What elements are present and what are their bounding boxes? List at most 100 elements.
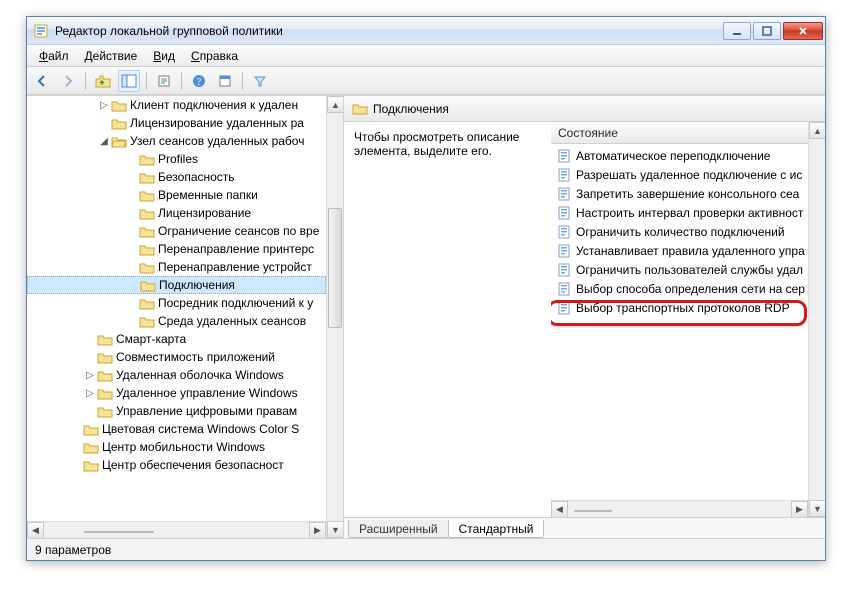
toolbar-separator: [181, 72, 182, 90]
menu-bar: Файл Действие Вид Справка: [27, 45, 825, 67]
help-button[interactable]: ?: [188, 70, 210, 92]
folder-icon: [83, 440, 99, 454]
tree-vertical-scrollbar[interactable]: ▲ ▼: [326, 96, 343, 538]
column-header-state[interactable]: Состояние: [551, 122, 808, 144]
tree-node-selected[interactable]: Подключения: [27, 276, 326, 294]
list-horizontal-scrollbar[interactable]: ◀ ▶: [551, 500, 808, 517]
show-hide-tree-button[interactable]: [118, 70, 140, 92]
tree-node[interactable]: Перенаправление устройст: [27, 258, 326, 276]
policy-icon: [556, 167, 572, 183]
tree-node[interactable]: Центр обеспечения безопасност: [27, 456, 326, 474]
up-button[interactable]: [92, 70, 114, 92]
policy-item[interactable]: Автоматическое переподключение: [551, 146, 808, 165]
export-list-button[interactable]: [153, 70, 175, 92]
app-window: Редактор локальной групповой политики Фа…: [26, 16, 826, 561]
scroll-down-button[interactable]: ▼: [327, 521, 343, 538]
folder-icon: [111, 116, 127, 130]
policy-item[interactable]: Запретить завершение консольного сеа: [551, 184, 808, 203]
filter-button[interactable]: [249, 70, 271, 92]
policy-item[interactable]: Выбор транспортных протоколов RDP: [551, 298, 808, 317]
title-bar: Редактор локальной групповой политики: [27, 17, 825, 45]
folder-icon: [139, 206, 155, 220]
window-title: Редактор локальной групповой политики: [55, 24, 721, 38]
toolbar: ?: [27, 67, 825, 95]
policy-item[interactable]: Устанавливает правила удаленного упра: [551, 241, 808, 260]
tree-node[interactable]: Смарт-карта: [27, 330, 326, 348]
tree-node[interactable]: Ограничение сеансов по вре: [27, 222, 326, 240]
scroll-up-button[interactable]: ▲: [327, 96, 343, 113]
scroll-thumb[interactable]: [84, 531, 154, 533]
tree-node[interactable]: Среда удаленных сеансов: [27, 312, 326, 330]
tree-node[interactable]: ▷Удаленная оболочка Windows: [27, 366, 326, 384]
close-button[interactable]: [783, 22, 823, 40]
status-text: 9 параметров: [35, 543, 111, 557]
policy-label: Ограничить пользователей службы удал: [576, 263, 803, 277]
policy-label: Ограничить количество подключений: [576, 225, 785, 239]
tree-node[interactable]: ▷Клиент подключения к удален: [27, 96, 326, 114]
policy-icon: [556, 148, 572, 164]
tree-node[interactable]: Лицензирование удаленных ра: [27, 114, 326, 132]
policy-item[interactable]: Ограничить количество подключений: [551, 222, 808, 241]
tree-node[interactable]: Цветовая система Windows Color S: [27, 420, 326, 438]
menu-view[interactable]: Вид: [145, 46, 183, 66]
folder-icon: [97, 350, 113, 364]
menu-help[interactable]: Справка: [183, 46, 246, 66]
policy-label: Выбор транспортных протоколов RDP: [576, 301, 790, 315]
policy-tree[interactable]: ▷Клиент подключения к удален Лицензирова…: [27, 96, 326, 521]
minimize-button[interactable]: [723, 22, 751, 40]
tree-node[interactable]: Совместимость приложений: [27, 348, 326, 366]
policy-item[interactable]: Выбор способа определения сети на сер: [551, 279, 808, 298]
folder-icon: [140, 278, 156, 292]
tree-node[interactable]: Временные папки: [27, 186, 326, 204]
folder-icon: [139, 224, 155, 238]
scroll-thumb[interactable]: [574, 510, 612, 512]
folder-icon: [111, 98, 127, 112]
tree-node[interactable]: Посредник подключений к у: [27, 294, 326, 312]
menu-action[interactable]: Действие: [77, 46, 146, 66]
folder-icon: [139, 260, 155, 274]
policy-item[interactable]: Настроить интервал проверки активност: [551, 203, 808, 222]
folder-icon: [139, 188, 155, 202]
scroll-left-button[interactable]: ◀: [551, 501, 568, 518]
details-title: Подключения: [373, 102, 449, 116]
policy-label: Настроить интервал проверки активност: [576, 206, 803, 220]
tab-extended[interactable]: Расширенный: [348, 520, 449, 538]
nav-back-button[interactable]: [31, 70, 53, 92]
policy-icon: [556, 281, 572, 297]
tree-node[interactable]: Центр мобильности Windows: [27, 438, 326, 456]
description-text: Чтобы просмотреть описание элемента, выд…: [354, 130, 519, 158]
policy-item[interactable]: Разрешать удаленное подключение с ис: [551, 165, 808, 184]
folder-icon: [139, 152, 155, 166]
scroll-left-button[interactable]: ◀: [27, 522, 44, 539]
tree-node[interactable]: Лицензирование: [27, 204, 326, 222]
policy-label: Автоматическое переподключение: [576, 149, 770, 163]
tree-node[interactable]: Profiles: [27, 150, 326, 168]
svg-text:?: ?: [197, 77, 202, 88]
tree-node[interactable]: ◢Узел сеансов удаленных рабоч: [27, 132, 326, 150]
scroll-down-button[interactable]: ▼: [809, 500, 825, 517]
folder-icon: [139, 314, 155, 328]
scroll-right-button[interactable]: ▶: [791, 501, 808, 518]
details-pane: Подключения Чтобы просмотреть описание э…: [344, 96, 825, 538]
policy-item[interactable]: Ограничить пользователей службы удал: [551, 260, 808, 279]
scroll-up-button[interactable]: ▲: [809, 122, 825, 139]
folder-icon: [83, 458, 99, 472]
tree-horizontal-scrollbar[interactable]: ◀ ▶: [27, 521, 326, 538]
tree-node[interactable]: Перенаправление принтерс: [27, 240, 326, 258]
tree-node[interactable]: Безопасность: [27, 168, 326, 186]
tree-node[interactable]: ▷Удаленное управление Windows: [27, 384, 326, 402]
menu-file[interactable]: Файл: [31, 46, 77, 66]
maximize-button[interactable]: [753, 22, 781, 40]
properties-button[interactable]: [214, 70, 236, 92]
scroll-thumb[interactable]: [328, 208, 342, 328]
list-vertical-scrollbar[interactable]: ▲ ▼: [808, 122, 825, 517]
tab-standard[interactable]: Стандартный: [448, 520, 545, 538]
app-icon: [33, 23, 49, 39]
settings-list: Состояние Автоматическое переподключение…: [551, 122, 825, 517]
nav-forward-button[interactable]: [57, 70, 79, 92]
folder-icon: [97, 332, 113, 346]
scroll-right-button[interactable]: ▶: [309, 522, 326, 539]
policy-icon: [556, 300, 572, 316]
window-controls: [721, 22, 823, 40]
tree-node[interactable]: Управление цифровыми правам: [27, 402, 326, 420]
